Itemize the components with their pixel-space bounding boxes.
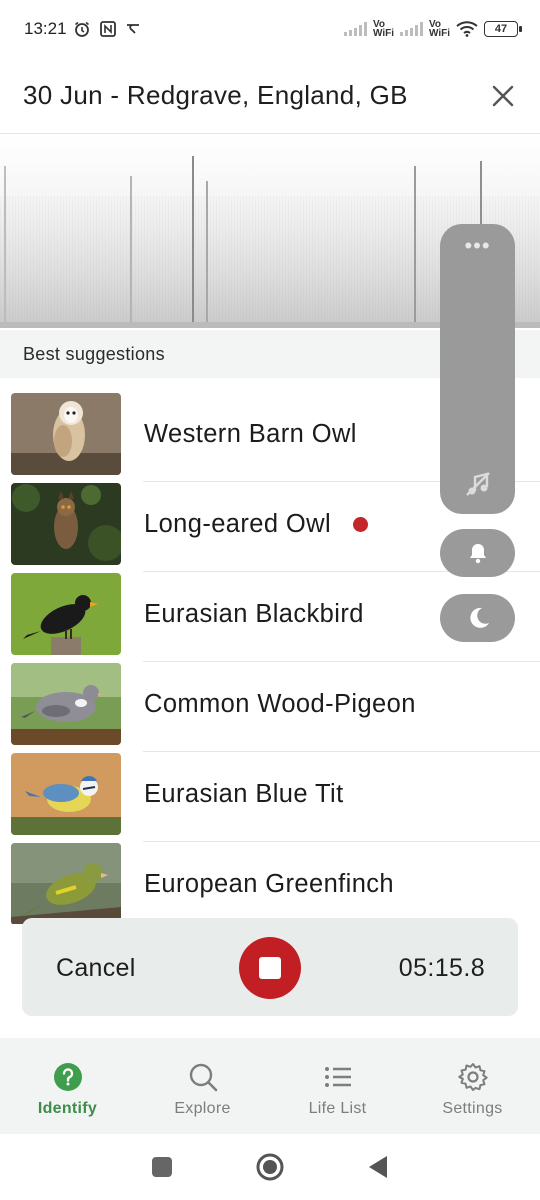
moon-icon bbox=[469, 607, 489, 628]
notification-toggle[interactable] bbox=[440, 529, 515, 577]
status-bar: 13:21 Vo WiFi Vo WiFi 47 bbox=[0, 0, 540, 58]
battery-indicator: 47 bbox=[484, 21, 522, 37]
bird-name: European Greenfinch bbox=[144, 870, 395, 898]
night-mode-toggle[interactable] bbox=[440, 594, 515, 642]
nav-settings[interactable]: Settings bbox=[405, 1038, 540, 1134]
bird-thumbnail bbox=[11, 393, 121, 475]
close-icon bbox=[492, 85, 514, 106]
bird-thumbnail bbox=[11, 663, 121, 745]
bird-name: Long-eared Owl bbox=[144, 510, 369, 539]
bird-thumbnail bbox=[11, 843, 121, 924]
bird-thumbnail bbox=[11, 573, 121, 655]
bird-name: Eurasian Blackbird bbox=[144, 600, 364, 628]
nav-label: Identify bbox=[37, 1100, 98, 1117]
signal-icon bbox=[399, 22, 423, 36]
bird-name: Western Barn Owl bbox=[144, 420, 357, 448]
nav-explore[interactable]: Explore bbox=[135, 1038, 270, 1134]
nav-life-list[interactable]: Life List bbox=[270, 1038, 405, 1134]
nav-label: Life List bbox=[308, 1100, 367, 1117]
bottom-navigation: Identify Explore Life List Settings bbox=[0, 1038, 540, 1134]
recording-bar: Cancel 05:15.8 bbox=[22, 918, 518, 1016]
more-icon[interactable]: ••• bbox=[440, 235, 515, 257]
home-icon[interactable] bbox=[255, 1152, 285, 1182]
list-icon bbox=[324, 1067, 351, 1087]
recents-icon[interactable] bbox=[151, 1156, 173, 1178]
list-item[interactable]: Common Wood-Pigeon bbox=[0, 648, 540, 752]
notification-icon bbox=[126, 24, 139, 34]
nav-identify[interactable]: Identify bbox=[0, 1038, 135, 1134]
alarm-icon bbox=[74, 21, 89, 37]
page-title: 30 Jun - Redgrave, England, GB bbox=[23, 80, 408, 110]
wifi-icon bbox=[456, 21, 478, 37]
status-time: 13:21 bbox=[24, 19, 67, 38]
recording-timer: 05:15.8 bbox=[398, 954, 485, 982]
bell-icon bbox=[469, 544, 486, 564]
back-icon[interactable] bbox=[367, 1155, 389, 1179]
cancel-button[interactable]: Cancel bbox=[56, 954, 136, 983]
stop-recording-button[interactable] bbox=[239, 937, 301, 999]
close-button[interactable] bbox=[488, 81, 518, 111]
music-off-icon[interactable] bbox=[464, 470, 492, 498]
list-item[interactable]: Eurasian Blue Tit bbox=[0, 738, 540, 842]
app-header: 30 Jun - Redgrave, England, GB bbox=[0, 58, 540, 134]
system-navigation bbox=[0, 1134, 540, 1200]
bird-thumbnail bbox=[11, 483, 121, 565]
nav-label: Explore bbox=[174, 1100, 231, 1117]
gear-icon bbox=[457, 1063, 488, 1091]
new-species-dot bbox=[353, 517, 369, 532]
help-circle-icon bbox=[53, 1063, 82, 1091]
side-control-panel[interactable]: ••• bbox=[440, 224, 515, 514]
stop-icon bbox=[259, 957, 281, 979]
nfc-icon bbox=[99, 21, 116, 37]
search-icon bbox=[189, 1063, 217, 1092]
list-item[interactable]: European Greenfinch bbox=[0, 828, 540, 924]
signal-icon bbox=[343, 22, 367, 36]
bird-name: Eurasian Blue Tit bbox=[144, 780, 344, 808]
bird-thumbnail bbox=[11, 753, 121, 835]
nav-label: Settings bbox=[442, 1100, 503, 1117]
bird-name: Common Wood-Pigeon bbox=[144, 690, 416, 718]
